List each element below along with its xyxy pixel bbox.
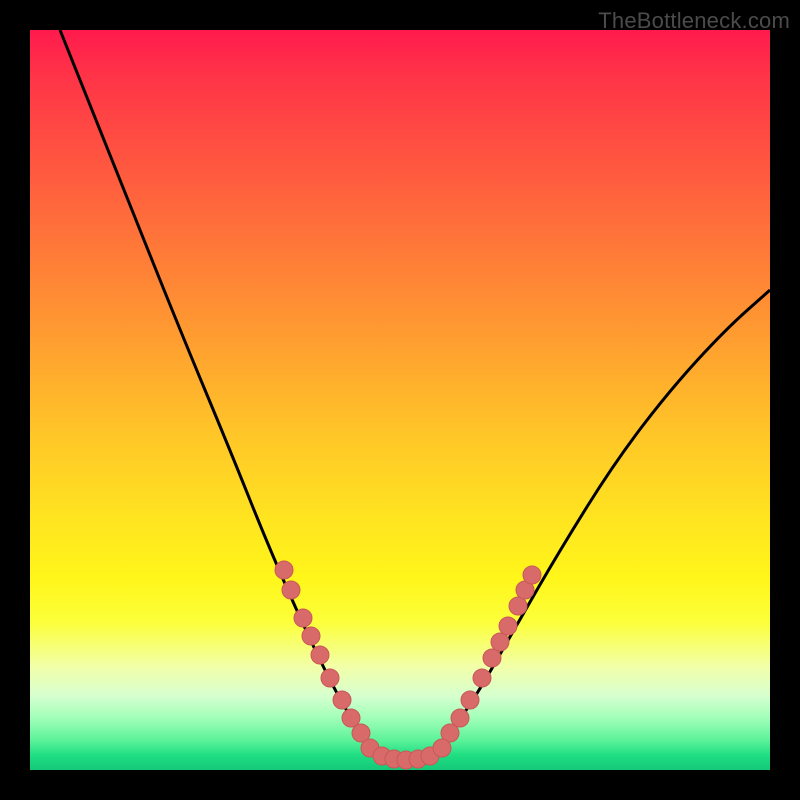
data-dot xyxy=(321,669,339,687)
data-dot xyxy=(483,649,501,667)
data-dot xyxy=(275,561,293,579)
data-dot xyxy=(461,691,479,709)
watermark-text: TheBottleneck.com xyxy=(598,8,790,34)
data-dot xyxy=(302,627,320,645)
plot-area xyxy=(30,30,770,770)
curve-path xyxy=(60,30,770,759)
data-dot xyxy=(509,597,527,615)
data-dot xyxy=(451,709,469,727)
data-dot xyxy=(311,646,329,664)
data-dot xyxy=(333,691,351,709)
data-dot xyxy=(294,609,312,627)
data-dot xyxy=(282,581,300,599)
data-dot xyxy=(433,739,451,757)
data-dot xyxy=(473,669,491,687)
chart-frame: TheBottleneck.com xyxy=(0,0,800,800)
data-dot xyxy=(499,617,517,635)
bottleneck-curve xyxy=(30,30,770,770)
data-dot xyxy=(523,566,541,584)
data-dot xyxy=(491,633,509,651)
